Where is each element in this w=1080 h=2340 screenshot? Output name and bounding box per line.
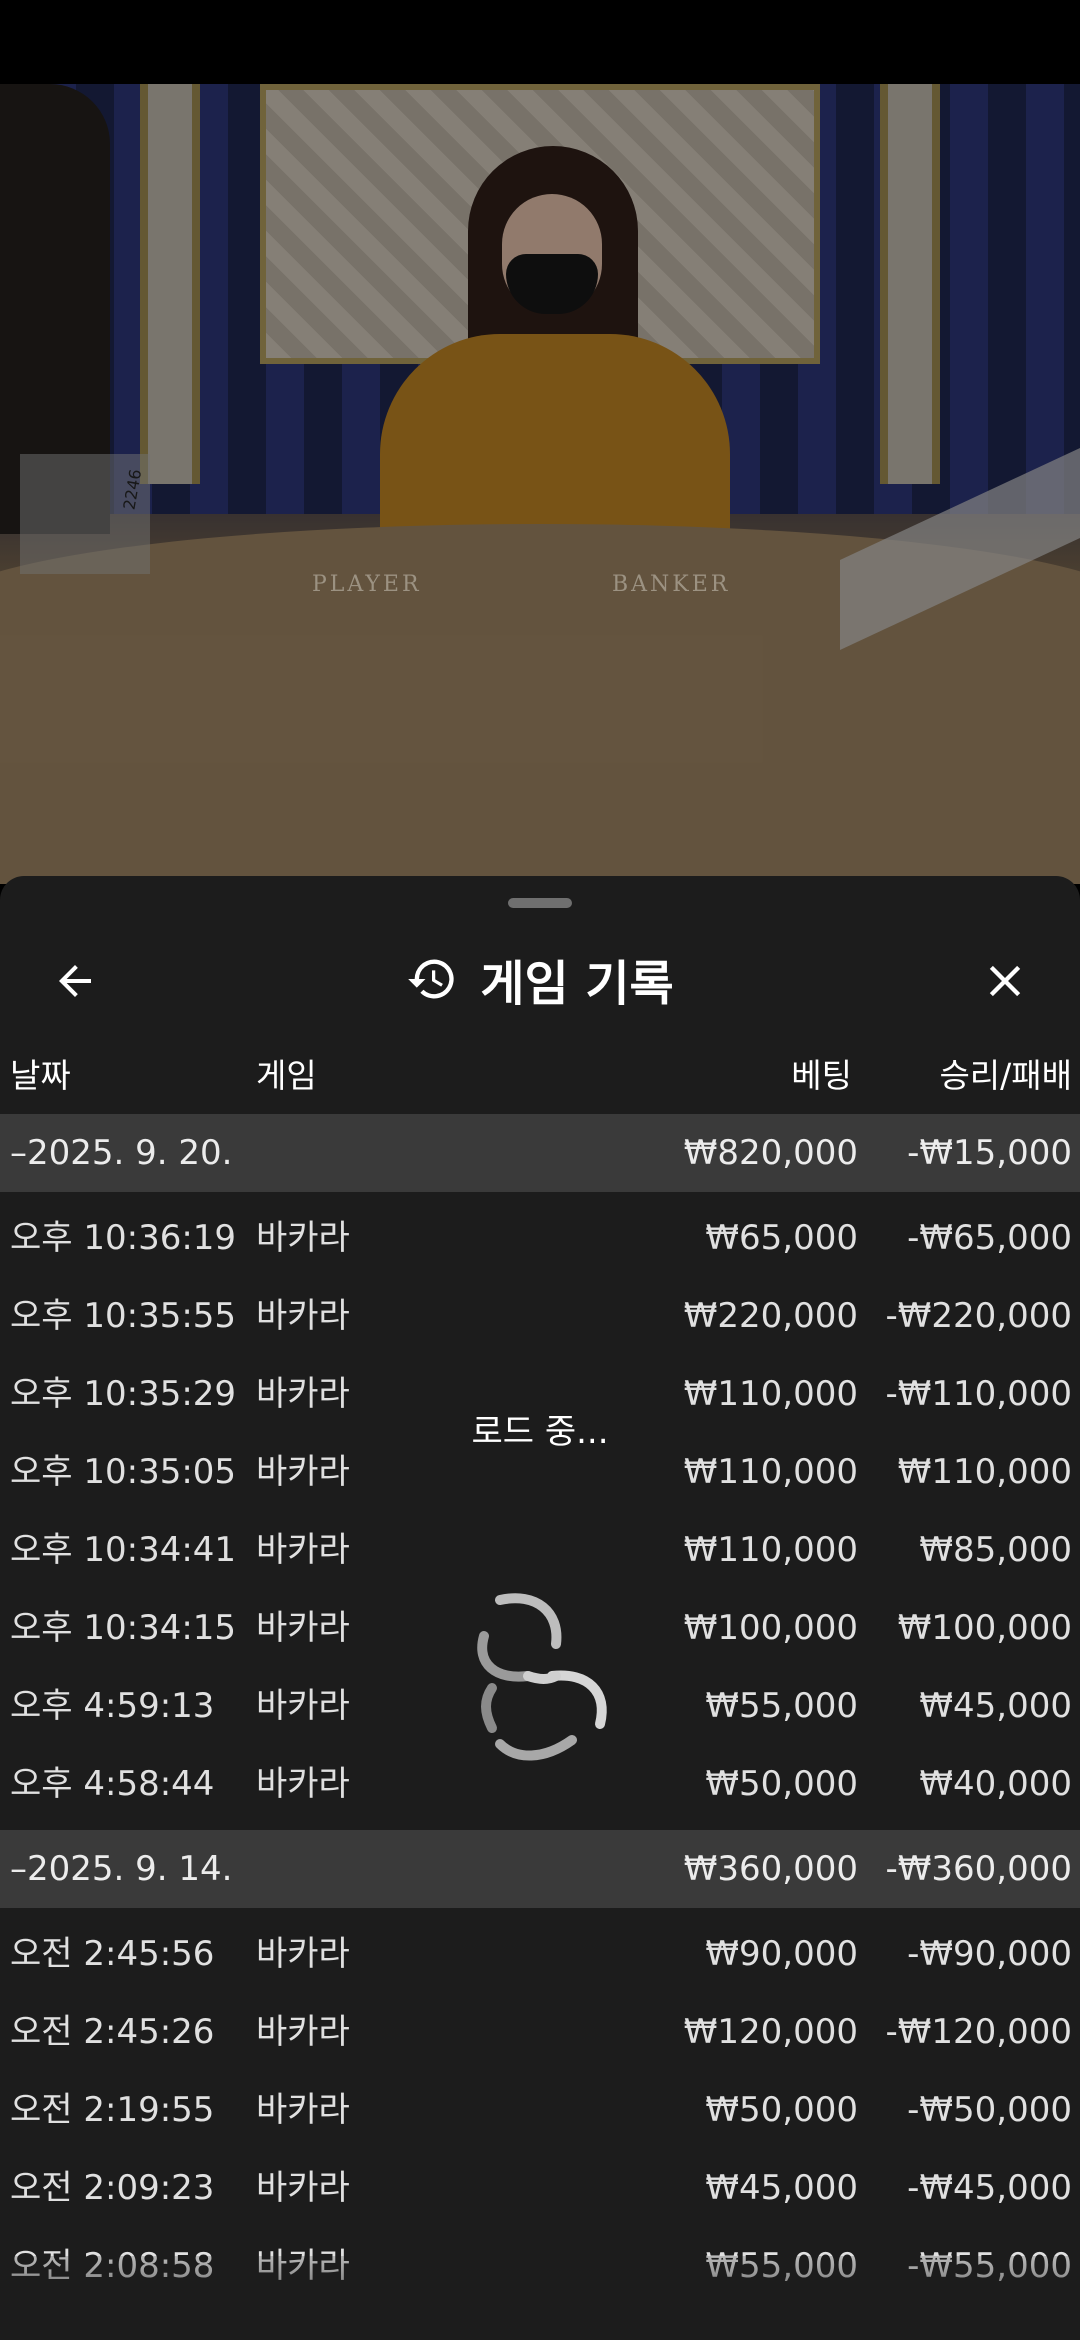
table-row[interactable]: 오후 10:36:19 바카라 ₩65,000 -₩65,000 (0, 1199, 1080, 1277)
table-row[interactable]: 오후 10:35:55 바카라 ₩220,000 -₩220,000 (0, 1277, 1080, 1355)
row-result: -₩90,000 (907, 1934, 1072, 1974)
bottom-fade (0, 2256, 1080, 2340)
group-bet-total: ₩820,000 (683, 1133, 858, 1173)
row-time: 오후 10:36:19 (10, 1218, 237, 1258)
row-game: 바카라 (256, 1608, 350, 1648)
column-header-result[interactable]: 승리/패배 (939, 1046, 1072, 1106)
row-result: -₩65,000 (907, 1218, 1072, 1258)
table-row[interactable]: 오전 2:45:26 바카라 ₩120,000 -₩120,000 (0, 1993, 1080, 2071)
row-time: 오후 4:58:44 (10, 1764, 215, 1804)
table-row[interactable]: 오전 2:45:56 바카라 ₩90,000 -₩90,000 (0, 1915, 1080, 1993)
row-time: 오후 10:34:41 (10, 1530, 237, 1570)
row-bet: ₩90,000 (705, 1934, 858, 1974)
row-bet: ₩100,000 (683, 1608, 858, 1648)
date-group-header[interactable]: –2025. 9. 14. ₩360,000 -₩360,000 (0, 1830, 1080, 1908)
row-game: 바카라 (256, 1530, 350, 1570)
column-header-date[interactable]: 날짜 (10, 1046, 71, 1106)
table-row[interactable]: 오전 2:19:55 바카라 ₩50,000 -₩50,000 (0, 2071, 1080, 2149)
group-result-total: -₩15,000 (907, 1133, 1072, 1173)
row-result: -₩45,000 (907, 2168, 1072, 2208)
row-time: 오후 10:35:55 (10, 1296, 237, 1336)
row-game: 바카라 (256, 1764, 350, 1804)
title-group: 게임 기록 (0, 924, 1080, 1034)
row-bet: ₩55,000 (705, 1686, 858, 1726)
group-result-total: -₩360,000 (885, 1849, 1073, 1889)
row-time: 오후 10:34:15 (10, 1608, 237, 1648)
row-time: 오전 2:19:55 (10, 2090, 215, 2130)
row-result: ₩100,000 (897, 1608, 1072, 1648)
row-game: 바카라 (256, 2090, 350, 2130)
row-time: 오전 2:45:26 (10, 2012, 215, 2052)
row-result: -₩220,000 (885, 1296, 1073, 1336)
row-game: 바카라 (256, 1218, 350, 1258)
loading-label: 로드 중... (471, 1412, 609, 1452)
drag-handle[interactable] (508, 898, 572, 908)
column-header-game[interactable]: 게임 (256, 1046, 317, 1106)
row-result: -₩50,000 (907, 2090, 1072, 2130)
row-game: 바카라 (256, 1296, 350, 1336)
row-time: 오전 2:09:23 (10, 2168, 215, 2208)
row-game: 바카라 (256, 1934, 350, 1974)
sheet-header: 게임 기록 (0, 924, 1080, 1034)
row-bet: ₩50,000 (705, 1764, 858, 1804)
row-bet: ₩65,000 (705, 1218, 858, 1258)
row-game: 바카라 (256, 1686, 350, 1726)
column-header-bet[interactable]: 베팅 (791, 1046, 852, 1106)
table-row[interactable]: 오전 2:09:23 바카라 ₩45,000 -₩45,000 (0, 2149, 1080, 2227)
group-date: –2025. 9. 14. (10, 1849, 233, 1889)
group-date: –2025. 9. 20. (10, 1133, 233, 1173)
history-icon (408, 959, 454, 999)
page-title: 게임 기록 (480, 956, 674, 1012)
back-button[interactable] (40, 946, 110, 1016)
arrow-left-icon (59, 965, 91, 997)
video-dim-overlay (0, 84, 1080, 884)
game-history-sheet: 게임 기록 날짜 게임 베팅 승리/패배 –2025. 9. 20. ₩820,… (0, 876, 1080, 2340)
row-bet: ₩110,000 (683, 1530, 858, 1570)
group-bet-total: ₩360,000 (683, 1849, 858, 1889)
row-result: ₩45,000 (919, 1686, 1072, 1726)
row-bet: ₩220,000 (683, 1296, 858, 1336)
row-game: 바카라 (256, 2012, 350, 2052)
row-result: ₩40,000 (919, 1764, 1072, 1804)
row-bet: ₩50,000 (705, 2090, 858, 2130)
row-bet: ₩120,000 (683, 2012, 858, 2052)
date-group-header[interactable]: –2025. 9. 20. ₩820,000 -₩15,000 (0, 1114, 1080, 1192)
row-bet: ₩45,000 (705, 2168, 858, 2208)
close-button[interactable] (970, 946, 1040, 1016)
row-result: ₩85,000 (919, 1530, 1072, 1570)
close-icon (989, 965, 1021, 997)
row-game: 바카라 (256, 2168, 350, 2208)
status-bar (0, 0, 1080, 84)
spinner-icon (477, 1593, 607, 1761)
row-time: 오전 2:45:56 (10, 1934, 215, 1974)
row-result: -₩120,000 (885, 2012, 1073, 2052)
row-time: 오후 4:59:13 (10, 1686, 215, 1726)
